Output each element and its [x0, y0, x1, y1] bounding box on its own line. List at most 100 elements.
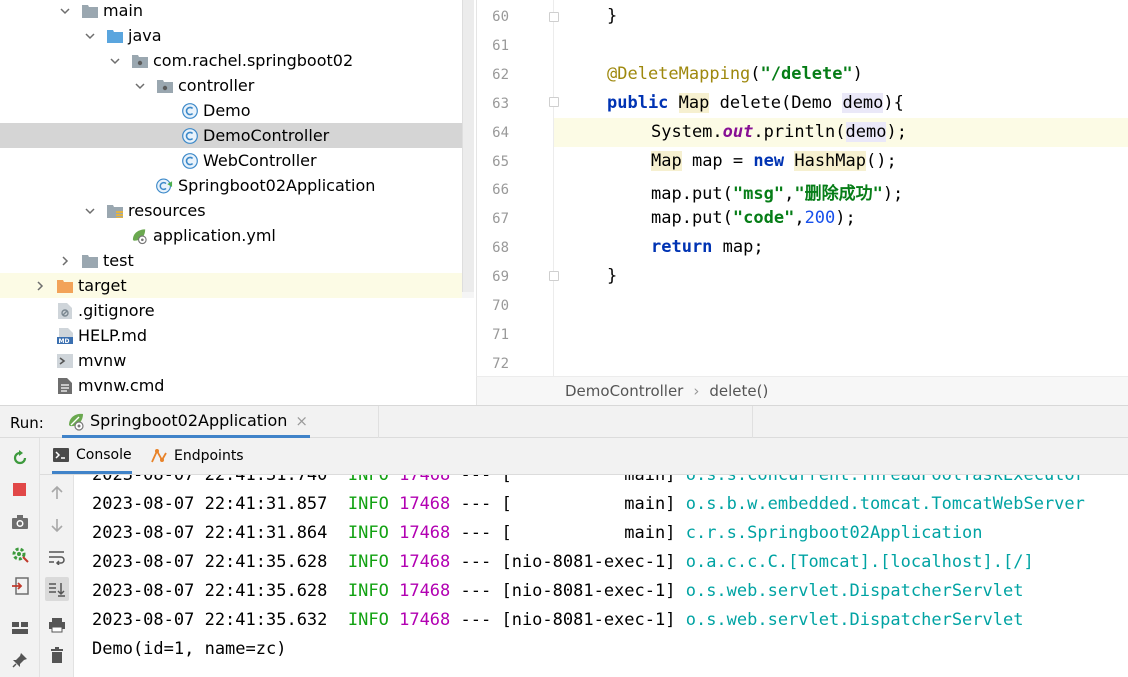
- scroll-to-end-icon[interactable]: [45, 577, 69, 601]
- console-toolbar: [40, 475, 74, 677]
- trash-icon[interactable]: [45, 643, 69, 667]
- chevron-right-icon[interactable]: [58, 254, 72, 268]
- tree-item-label: Demo: [203, 101, 251, 120]
- code-line-65[interactable]: Map map = new HashMap();: [651, 151, 897, 171]
- tree-item-target[interactable]: target: [0, 273, 474, 298]
- package-icon: [156, 77, 173, 94]
- fold-marker-icon[interactable]: [549, 271, 559, 281]
- program-output-line: Demo(id=1, name=zc): [92, 639, 287, 659]
- chevron-down-icon[interactable]: [108, 54, 122, 68]
- chevron-down-icon[interactable]: [133, 79, 147, 93]
- tree-item-java[interactable]: java: [0, 23, 476, 48]
- tree-item-demo[interactable]: Demo: [0, 98, 476, 123]
- tree-item-gitignore[interactable]: .gitignore: [0, 298, 476, 323]
- gitignore-icon: [56, 302, 73, 319]
- header-divider: [752, 406, 753, 438]
- log-line: 2023-08-07 22:41:35.628 INFO 17468 --- […: [92, 581, 1024, 601]
- log-line: 2023-08-07 22:41:31.864 INFO 17468 --- […: [92, 523, 983, 543]
- keyword-token: return: [651, 237, 713, 257]
- line-number: 72: [492, 355, 509, 372]
- line-number: 71: [492, 326, 509, 343]
- text-file-icon: [56, 377, 73, 394]
- code-line-63[interactable]: public Map delete(Demo demo){: [607, 93, 904, 113]
- tree-item-main[interactable]: main: [0, 0, 476, 23]
- breadcrumb-method[interactable]: delete(): [709, 382, 768, 400]
- tree-item-com-rachel-springboot02[interactable]: com.rachel.springboot02: [0, 48, 476, 73]
- code-line-67[interactable]: map.put("code",200);: [651, 208, 856, 228]
- chevron-down-icon[interactable]: [83, 204, 97, 218]
- tree-item-mvnw[interactable]: mvnw: [0, 348, 476, 373]
- tree-item-resources[interactable]: resources: [0, 198, 476, 223]
- log-line: 2023-08-07 22:41:35.632 INFO 17468 --- […: [92, 610, 1024, 630]
- tree-item-help-md[interactable]: MD HELP.md: [0, 323, 476, 348]
- tree-item-label: HELP.md: [78, 326, 148, 345]
- code-line-62[interactable]: @DeleteMapping("/delete"): [607, 64, 863, 84]
- run-subtabs: Console Endpoints: [40, 438, 1128, 475]
- tree-item-mvnw-cmd[interactable]: mvnw.cmd: [0, 373, 476, 398]
- breadcrumb-chevron-icon: ›: [693, 382, 700, 400]
- line-number: 70: [492, 298, 509, 314]
- line-number: 60: [492, 9, 509, 25]
- arrow-down-icon[interactable]: [45, 513, 69, 537]
- fold-marker-icon[interactable]: [549, 12, 559, 22]
- tree-item-label: test: [103, 251, 134, 270]
- tree-item-label: resources: [128, 201, 206, 220]
- tab-endpoints[interactable]: Endpoints: [150, 438, 244, 474]
- tree-item-springboot02application[interactable]: Springboot02Application: [0, 173, 476, 198]
- tab-console-label: Console: [76, 446, 132, 463]
- code-editor[interactable]: 60 61 62 63 64 65 66 67 68 69 70 71 72 } @DeleteMapp…: [476, 0, 1128, 376]
- folder-icon: [81, 252, 98, 269]
- string-token: "删除成功": [794, 184, 883, 204]
- tree-item-label: controller: [178, 76, 255, 95]
- number-token: 200: [804, 208, 836, 228]
- layout-icon[interactable]: [8, 616, 32, 640]
- tree-item-label: application.yml: [153, 226, 276, 245]
- chevron-right-icon[interactable]: [33, 279, 47, 293]
- string-token: "msg": [732, 184, 785, 204]
- close-icon[interactable]: ×: [295, 412, 308, 430]
- keyword-token: public: [607, 93, 669, 113]
- pin-icon[interactable]: [8, 648, 32, 672]
- line-number: 65: [492, 153, 509, 170]
- tree-item-webcontroller[interactable]: WebController: [0, 148, 476, 173]
- fold-marker-icon[interactable]: [549, 97, 559, 107]
- arrow-up-icon[interactable]: [45, 481, 69, 505]
- console-output[interactable]: 2023-08-07 22:41:31.740 INFO 17468 --- […: [74, 475, 1128, 677]
- code-line-68[interactable]: return map;: [651, 237, 764, 257]
- tab-endpoints-label: Endpoints: [174, 448, 244, 464]
- chevron-down-icon[interactable]: [58, 4, 72, 18]
- tree-item-label: java: [128, 26, 162, 45]
- breadcrumb-class[interactable]: DemoController: [565, 382, 683, 400]
- spring-yml-icon: [131, 227, 148, 244]
- tree-scrollbar[interactable]: [462, 0, 474, 292]
- tree-item-label: mvnw.cmd: [78, 376, 165, 395]
- line-number: 61: [492, 37, 509, 54]
- tree-item-application-yml[interactable]: application.yml: [0, 223, 476, 248]
- tree-item-label: target: [78, 276, 127, 295]
- line-number: 69: [492, 269, 509, 286]
- excluded-folder-icon: [56, 277, 73, 294]
- package-icon: [131, 52, 148, 69]
- static-field-token: out: [722, 122, 754, 142]
- rerun-icon[interactable]: [8, 446, 32, 470]
- shell-script-icon: [56, 352, 73, 369]
- string-token: "code": [732, 208, 795, 228]
- print-icon[interactable]: [45, 613, 69, 637]
- soft-wrap-icon[interactable]: [45, 545, 69, 569]
- tree-item-democontroller[interactable]: DemoController: [0, 123, 474, 148]
- chevron-down-icon[interactable]: [83, 29, 97, 43]
- stop-icon[interactable]: [8, 478, 32, 502]
- camera-icon[interactable]: [8, 510, 32, 534]
- project-tree: mvnw.cmd mvnw MD HELP.md .gitignore target tes…: [0, 0, 476, 405]
- restore-layout-icon[interactable]: [8, 574, 32, 598]
- code-line-64[interactable]: System.out.println(demo);: [651, 122, 907, 142]
- tab-console[interactable]: Console: [52, 438, 132, 474]
- debug-gear-icon[interactable]: [8, 542, 32, 566]
- code-line-66[interactable]: map.put("msg","删除成功");: [651, 179, 903, 204]
- tree-item-test[interactable]: test: [0, 248, 476, 273]
- fold-gutter-line: [553, 0, 554, 376]
- tree-item-controller[interactable]: controller: [0, 73, 476, 98]
- code-line-60[interactable]: }: [607, 6, 617, 26]
- code-line-69[interactable]: }: [607, 266, 617, 286]
- run-tab-springboot02application[interactable]: Springboot02Application ×: [62, 406, 310, 438]
